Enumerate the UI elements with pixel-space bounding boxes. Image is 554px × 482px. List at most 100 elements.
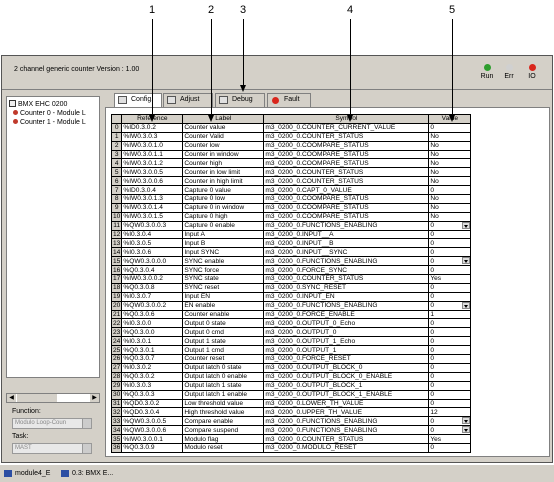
ref-cell: %Q0.3.0.4	[121, 265, 184, 276]
tree-item-counter-1[interactable]: Counter 1 - Module L	[9, 119, 86, 126]
tab-adjust[interactable]: Adjust	[163, 93, 213, 107]
taskbar-item-module4[interactable]: module4_E	[3, 468, 50, 480]
tab-config[interactable]: Config.	[114, 93, 162, 108]
table-row[interactable]: 20 %QW0.3.0.0.2 EN enable m3_0200_0.FUNCTIO…	[110, 300, 472, 311]
value-cell[interactable]: Yes	[428, 274, 472, 284]
chevron-down-icon[interactable]	[82, 444, 91, 453]
table-row[interactable]: 30 %Q0.3.0.3 Output latch 1 enable m3_0200_…	[110, 389, 472, 400]
table-row[interactable]: 32 %QD0.3.0.4 High threshold value m3_0200_…	[110, 407, 472, 418]
value-cell[interactable]: 0	[428, 380, 472, 391]
value-cell[interactable]: 0	[428, 247, 472, 258]
chevron-down-icon[interactable]	[462, 417, 470, 425]
tab-debug[interactable]: Debug	[215, 93, 265, 107]
value-cell[interactable]: No	[428, 211, 472, 222]
value-cell[interactable]: 0	[428, 229, 472, 240]
table-row[interactable]: 4 %IW0.3.0.1.2 Counter high m3_0200_0.COOMP…	[110, 158, 472, 169]
value-cell[interactable]: 0	[428, 238, 472, 249]
table-row[interactable]: 31 %QD0.3.0.2 Low threshold value m3_0200_0…	[110, 398, 472, 409]
table-row[interactable]: 8 %IW0.3.0.1.3 Capture 0 low m3_0200_0.COOM…	[110, 194, 472, 204]
table-row[interactable]: 29 %I0.3.0.3 Output latch 1 state m3_0200_0…	[110, 380, 472, 391]
scroll-thumb[interactable]	[17, 394, 57, 402]
tree-scrollbar[interactable]: ◀ ▶	[6, 393, 100, 403]
value-cell[interactable]: 12	[428, 407, 472, 418]
table-row[interactable]: 24 %I0.3.0.1 Output 1 state m3_0200_0.OUTPU…	[110, 336, 472, 347]
value-cell[interactable]: 0	[428, 265, 472, 276]
table-row[interactable]: 19 %I0.3.0.7 Input EN m3_0200_0.INPUT_EN 0	[110, 291, 472, 302]
value-cell[interactable]: 0	[428, 282, 472, 293]
value-cell[interactable]: 0	[428, 220, 472, 231]
table-row[interactable]: 18 %Q0.3.0.8 SYNC reset m3_0200_0.SYNC_RESE…	[110, 282, 472, 293]
value-cell[interactable]: No	[428, 131, 472, 142]
col-label-header[interactable]: Label	[182, 114, 265, 124]
task-select[interactable]: MAST	[12, 443, 92, 454]
table-row[interactable]: 12 %I0.3.0.4 Input A m3_0200_0.INPUT__A 0	[110, 229, 472, 240]
table-row[interactable]: 5 %IW0.3.0.0.5 Counter in low limit m3_0200…	[110, 167, 472, 178]
table-row[interactable]: 15 %QW0.3.0.0.0 SYNC enable m3_0200_0.FUNCT…	[110, 256, 472, 267]
chevron-down-icon[interactable]	[462, 257, 470, 265]
value-cell[interactable]: 0	[428, 336, 472, 347]
label-cell-text: Output latch 1 enable	[184, 391, 248, 399]
value-cell[interactable]: 0	[428, 371, 472, 382]
value-cell[interactable]: 0	[428, 122, 472, 133]
table-row[interactable]: 9 %IW0.3.0.1.4 Capture 0 in window m3_0200_…	[110, 202, 472, 213]
value-cell[interactable]: No	[428, 167, 472, 178]
table-row[interactable]: 11 %QW0.3.0.0.3 Capture 0 enable m3_0200_0.…	[110, 220, 472, 231]
table-row[interactable]: 6 %IW0.3.0.0.6 Counter in high limit m3_020…	[110, 176, 472, 187]
table-row[interactable]: 35 %IW0.3.0.0.1 Modulo flag m3_0200_0.COUNT…	[110, 434, 472, 444]
value-cell[interactable]: 0	[428, 398, 472, 409]
table-row[interactable]: 7 %ID0.3.0.4 Capture 0 value m3_0200_0.CAPT…	[110, 185, 472, 196]
value-cell[interactable]: No	[428, 202, 472, 213]
table-row[interactable]: 10 %IW0.3.0.1.5 Capture 0 high m3_0200_0.CO…	[110, 211, 472, 222]
value-cell[interactable]: 0	[428, 256, 472, 267]
table-row[interactable]: 22 %I0.3.0.0 Output 0 state m3_0200_0.OUTPU…	[110, 318, 472, 329]
chevron-down-icon[interactable]	[462, 222, 470, 229]
table-row[interactable]: 17 %IW0.3.0.0.2 SYNC state m3_0200_0.COUNTE…	[110, 274, 472, 284]
value-cell[interactable]: No	[428, 194, 472, 204]
table-row[interactable]: 36 %Q0.3.0.9 Modulo reset m3_0200_0.MODULO_…	[110, 442, 472, 453]
value-cell[interactable]: No	[428, 140, 472, 151]
table-row[interactable]: 26 %Q0.3.0.7 Counter reset m3_0200_0.FORCE_…	[110, 354, 472, 364]
table-row[interactable]: 14 %I0.3.0.6 Input SYNC m3_0200_0.INPUT__SY…	[110, 247, 472, 258]
chevron-down-icon[interactable]	[462, 302, 470, 309]
function-select[interactable]: Modulo Loop-Coun	[12, 418, 92, 429]
value-cell[interactable]: 0	[428, 318, 472, 329]
value-cell[interactable]: 0	[428, 389, 472, 400]
scroll-left-icon[interactable]: ◀	[7, 394, 16, 402]
chevron-down-icon[interactable]	[82, 419, 91, 428]
value-cell[interactable]: Yes	[428, 434, 472, 444]
value-cell[interactable]: No	[428, 149, 472, 160]
table-row[interactable]: 1 %IW0.3.0.3 Counter Valid m3_0200_0.COUNTE…	[110, 131, 472, 142]
table-row[interactable]: 0 %ID0.3.0.2 Counter value m3_0200_0.COUNTE…	[110, 122, 472, 133]
value-cell[interactable]: 0	[428, 345, 472, 356]
taskbar-item-bmx[interactable]: 0.3: BMX E...	[60, 468, 113, 480]
table-row[interactable]: 23 %Q0.3.0.0 Output 0 cmd m3_0200_0.OUTPUT_…	[110, 327, 472, 338]
value-cell[interactable]: No	[428, 158, 472, 169]
table-row[interactable]: 34 %QW0.3.0.0.6 Compare suspend m3_0200_0.F…	[110, 425, 472, 436]
table-row[interactable]: 16 %Q0.3.0.4 SYNC force m3_0200_0.FORCE_SYN…	[110, 265, 472, 276]
value-cell[interactable]: 0	[428, 442, 472, 453]
label-cell: Modulo flag	[182, 434, 265, 444]
value-cell[interactable]: 0	[428, 300, 472, 311]
table-row[interactable]: 28 %Q0.3.0.2 Output latch 0 enable m3_0200_…	[110, 371, 472, 382]
value-cell[interactable]: 1	[428, 309, 472, 320]
tree-root[interactable]: BMX EHC 0200	[9, 100, 67, 108]
table-row[interactable]: 25 %Q0.3.0.1 Output 1 cmd m3_0200_0.OUTPUT_…	[110, 345, 472, 356]
value-cell[interactable]: 0	[428, 327, 472, 338]
table-row[interactable]: 33 %QW0.3.0.0.5 Compare enable m3_0200_0.FU…	[110, 416, 472, 427]
value-cell[interactable]: 0	[428, 416, 472, 427]
table-row[interactable]: 13 %I0.3.0.5 Input B m3_0200_0.INPUT__B 0	[110, 238, 472, 249]
table-row[interactable]: 21 %Q0.3.0.6 Counter enable m3_0200_0.FORCE…	[110, 309, 472, 320]
value-cell[interactable]: 0	[428, 185, 472, 196]
table-row[interactable]: 27 %I0.3.0.2 Output latch 0 state m3_0200_0…	[110, 362, 472, 373]
chevron-down-icon[interactable]	[462, 426, 470, 434]
tab-fault[interactable]: Fault	[267, 93, 311, 107]
table-row[interactable]: 3 %IW0.3.0.1.1 Counter in window m3_0200_0.…	[110, 149, 472, 160]
table-row[interactable]: 2 %IW0.3.0.1.0 Counter low m3_0200_0.COOMPA…	[110, 140, 472, 151]
value-cell[interactable]: 0	[428, 425, 472, 436]
tree-item-counter-0[interactable]: Counter 0 - Module L	[9, 110, 86, 117]
value-cell[interactable]: No	[428, 176, 472, 187]
value-cell[interactable]: 0	[428, 291, 472, 302]
scroll-right-icon[interactable]: ▶	[90, 394, 99, 402]
value-cell[interactable]: 0	[428, 354, 472, 364]
value-cell[interactable]: 0	[428, 362, 472, 373]
